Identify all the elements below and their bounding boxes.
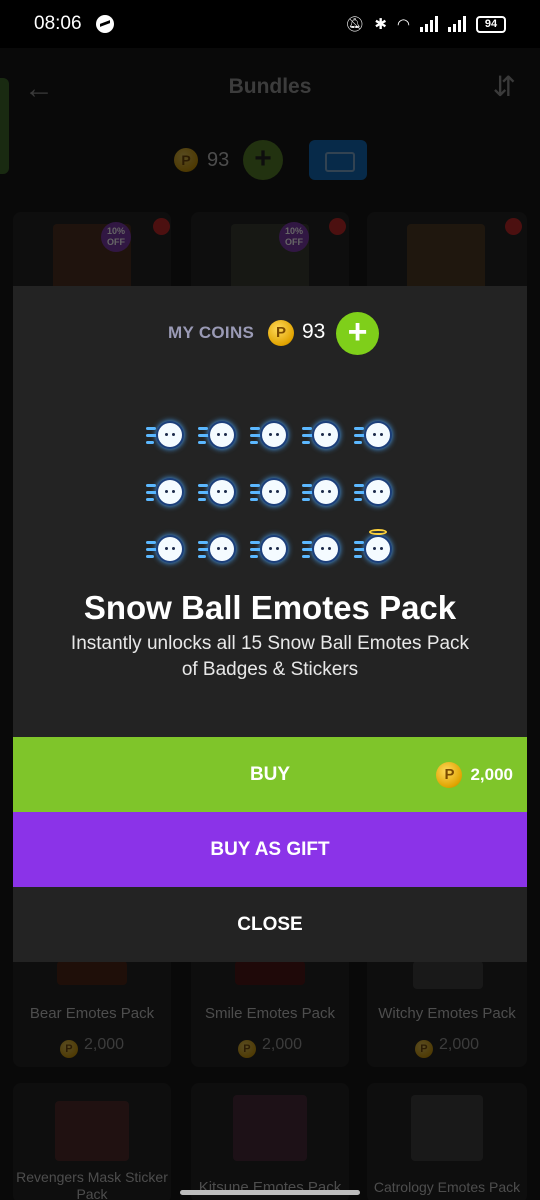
buy-as-gift-button[interactable]: BUY AS GIFT: [13, 812, 527, 887]
purchase-dialog: MY COINS P 93 + Snow Ball Emotes Pack In…: [13, 286, 527, 962]
mute-icon: 🔕︎: [345, 16, 365, 33]
status-time: 08:06: [34, 13, 82, 34]
wifi-icon: ◠: [396, 16, 410, 33]
snowball-emote-icon: [198, 535, 238, 565]
buy-price: P 2,000: [436, 737, 513, 812]
snowball-emote-icon: [302, 535, 342, 565]
status-icons: 🔕︎ ✱ ◠ 94: [345, 15, 506, 33]
signal-2-icon: [448, 16, 466, 32]
add-coins-button[interactable]: +: [336, 312, 379, 355]
buy-button[interactable]: BUY P 2,000: [13, 737, 527, 812]
home-indicator[interactable]: [180, 1190, 360, 1195]
my-coins-row: MY COINS P 93 +: [13, 312, 527, 355]
snowball-emote-icon: [198, 478, 238, 508]
snowball-emote-icon: [146, 535, 186, 565]
emote-preview-grid: [146, 421, 398, 571]
snowball-emote-icon: [198, 421, 238, 451]
close-button[interactable]: CLOSE: [13, 887, 527, 962]
bluetooth-icon: ✱: [374, 16, 387, 33]
snowball-emote-icon: [250, 421, 290, 451]
snowball-emote-icon: [250, 478, 290, 508]
signal-icon: [420, 16, 438, 32]
snowball-emote-icon: [146, 421, 186, 451]
snowball-emote-icon: [354, 421, 394, 451]
pack-title: Snow Ball Emotes Pack: [83, 589, 457, 626]
battery-icon: 94: [476, 15, 506, 33]
my-coins-value: 93: [302, 320, 326, 343]
coin-icon: P: [436, 761, 463, 788]
snowball-emote-icon: [302, 478, 342, 508]
my-coins-label: MY COINS: [168, 323, 255, 342]
pack-description: Instantly unlocks all 15 Snow Ball Emote…: [70, 633, 470, 680]
snowball-emote-icon: [250, 535, 290, 565]
status-bar: 08:06 🔕︎ ✱ ◠ 94: [0, 0, 540, 48]
messenger-icon: [95, 15, 114, 33]
snowball-emote-icon: [354, 529, 394, 565]
coin-icon: P: [268, 320, 294, 346]
snowball-emote-icon: [354, 478, 394, 508]
buy-price-value: 2,000: [470, 764, 513, 784]
snowball-emote-icon: [146, 478, 186, 508]
buy-label: BUY: [249, 764, 291, 785]
snowball-emote-icon: [302, 421, 342, 451]
